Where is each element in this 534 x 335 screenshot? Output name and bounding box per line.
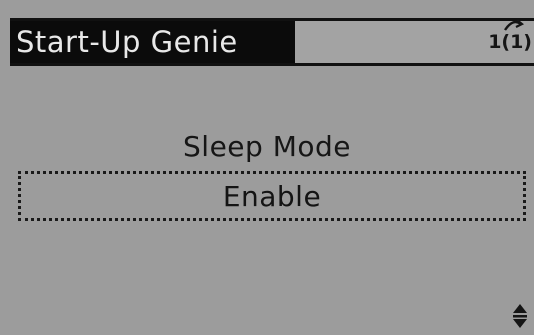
parameter-label: Sleep Mode [183,130,351,163]
up-down-arrow-icon [513,304,527,328]
title-bar: Start-Up Genie 1(1) [10,18,534,66]
lcd-display: Start-Up Genie 1(1) Sleep Mode Enable [0,0,534,335]
menu-title: Start-Up Genie [16,25,238,59]
page-indicator: 1(1) [488,31,532,53]
parameter-value-field[interactable]: Enable [18,171,526,221]
title-highlight: Start-Up Genie [10,21,295,63]
parameter-value: Enable [222,179,322,213]
curved-arrow-icon [504,19,524,31]
title-bar-filler: 1(1) [295,19,534,63]
